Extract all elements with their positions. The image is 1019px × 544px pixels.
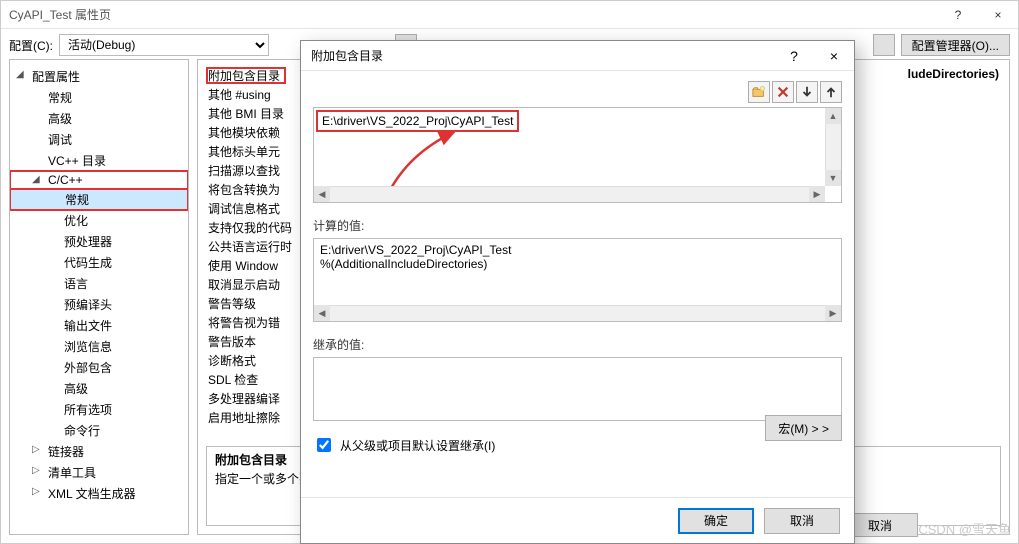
tree-item[interactable]: 预处理器	[10, 231, 188, 252]
help-icon[interactable]: ?	[938, 1, 978, 29]
tree-item-general[interactable]: 常规	[10, 189, 188, 210]
close-icon[interactable]: ×	[978, 1, 1018, 29]
tree-item[interactable]: 优化	[10, 210, 188, 231]
dialog-title-bar: 附加包含目录 ? ×	[301, 41, 854, 71]
tree-item[interactable]: 常规	[10, 87, 188, 108]
dialog-help-icon[interactable]: ?	[774, 41, 814, 71]
inherit-row: 从父级或项目默认设置继承(I)	[313, 435, 842, 455]
dialog-footer: 确定 取消	[301, 497, 854, 543]
tree-item-linker[interactable]: ▷链接器	[10, 441, 188, 462]
dialog-close-icon[interactable]: ×	[814, 41, 854, 71]
ok-button[interactable]: 确定	[678, 508, 754, 534]
inherit-checkbox[interactable]	[317, 438, 331, 452]
tree-item[interactable]: 命令行	[10, 420, 188, 441]
window-title: CyAPI_Test 属性页	[1, 6, 111, 23]
dialog-title: 附加包含目录	[311, 47, 383, 64]
path-entry[interactable]: E:\driver\VS_2022_Proj\CyAPI_Test	[318, 112, 517, 130]
move-down-icon[interactable]	[796, 81, 818, 103]
tree-item-ccpp[interactable]: ◢C/C++	[10, 171, 188, 189]
title-bar: CyAPI_Test 属性页 ? ×	[1, 1, 1018, 29]
scroll-right-icon[interactable]: ▶	[809, 186, 825, 202]
tree-item[interactable]: VC++ 目录	[10, 150, 188, 171]
tree-item[interactable]: 高级	[10, 378, 188, 399]
inherited-values-box	[313, 357, 842, 421]
paths-listbox[interactable]: E:\driver\VS_2022_Proj\CyAPI_Test ▲ ▼ ◀ …	[313, 107, 842, 203]
scroll-right-icon[interactable]: ▶	[825, 305, 841, 321]
tree-item[interactable]: 所有选项	[10, 399, 188, 420]
tree-item[interactable]: 调试	[10, 129, 188, 150]
move-up-icon[interactable]	[820, 81, 842, 103]
dialog-body: E:\driver\VS_2022_Proj\CyAPI_Test ▲ ▼ ◀ …	[301, 71, 854, 497]
scroll-left-icon[interactable]: ◀	[314, 305, 330, 321]
config-label: 配置(C):	[9, 37, 53, 54]
tree-item[interactable]: 输出文件	[10, 315, 188, 336]
calculated-values-box: E:\driver\VS_2022_Proj\CyAPI_Test %(Addi…	[313, 238, 842, 322]
dialog-toolbar	[313, 81, 842, 103]
tree-item[interactable]: 代码生成	[10, 252, 188, 273]
cancel-button[interactable]: 取消	[764, 508, 840, 534]
tree-item[interactable]: 语言	[10, 273, 188, 294]
tree-item-manifest[interactable]: ▷清单工具	[10, 462, 188, 483]
prop-name[interactable]: 附加包含目录	[206, 67, 286, 84]
dropdown-button[interactable]	[873, 34, 895, 56]
scroll-up-icon[interactable]: ▲	[825, 108, 841, 124]
scroll-left-icon[interactable]: ◀	[314, 186, 330, 202]
macro-button[interactable]: 宏(M) > >	[765, 415, 842, 441]
inherit-checkbox-label[interactable]: 从父级或项目默认设置继承(I)	[340, 437, 495, 454]
scroll-down-icon[interactable]: ▼	[825, 170, 841, 186]
horizontal-scrollbar[interactable]	[314, 186, 825, 202]
new-folder-icon[interactable]	[748, 81, 770, 103]
config-manager-button[interactable]: 配置管理器(O)...	[901, 34, 1010, 56]
tree-item-xmldoc[interactable]: ▷XML 文档生成器	[10, 483, 188, 504]
window-controls: ? ×	[938, 1, 1018, 29]
tree-item[interactable]: 预编译头	[10, 294, 188, 315]
calculated-label: 计算的值:	[313, 217, 842, 234]
include-dirs-dialog: 附加包含目录 ? × E:\driver\VS_2022_Proj\CyAPI_…	[300, 40, 855, 544]
horizontal-scrollbar[interactable]	[314, 305, 841, 321]
tree-root[interactable]: ◢配置属性	[10, 66, 188, 87]
tree-item[interactable]: 浏览信息	[10, 336, 188, 357]
delete-icon[interactable]	[772, 81, 794, 103]
calc-line: %(AdditionalIncludeDirectories)	[320, 257, 835, 271]
calc-line: E:\driver\VS_2022_Proj\CyAPI_Test	[320, 243, 835, 257]
tree-panel[interactable]: ◢配置属性 常规 高级 调试 VC++ 目录 ◢C/C++ 常规 优化 预处理器…	[9, 59, 189, 535]
property-value-include: ludeDirectories)	[908, 67, 999, 81]
config-select[interactable]: 活动(Debug)	[59, 34, 269, 56]
tree-item[interactable]: 高级	[10, 108, 188, 129]
tree-item[interactable]: 外部包含	[10, 357, 188, 378]
inherited-label: 继承的值:	[313, 336, 842, 353]
